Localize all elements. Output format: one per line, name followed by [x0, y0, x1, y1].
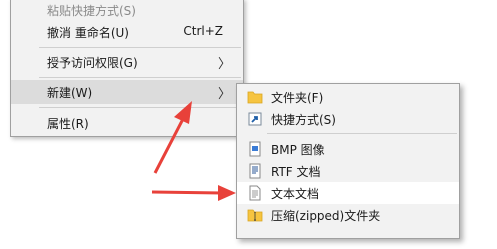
submenu-item-shortcut[interactable]: 快捷方式(S): [237, 108, 459, 130]
text-document-icon: [247, 185, 263, 201]
menu-item-label: 撤消 重命名(U): [47, 26, 129, 40]
new-submenu: 文件夹(F) 快捷方式(S) BMP 图像 RTF 文档 文本文档 压缩(zip…: [236, 83, 460, 239]
menu-item-properties[interactable]: 属性(R): [11, 111, 243, 135]
menu-item-label: 压缩(zipped)文件夹: [271, 209, 381, 223]
submenu-item-bmp[interactable]: BMP 图像: [237, 138, 459, 160]
menu-item-label: 快捷方式(S): [271, 113, 336, 127]
menu-item-undo-rename[interactable]: 撤消 重命名(U) Ctrl+Z: [11, 20, 243, 44]
menu-item-new[interactable]: 新建(W) 〉: [11, 80, 243, 104]
chevron-right-icon: 〉: [217, 87, 231, 102]
submenu-item-zip-folder[interactable]: 压缩(zipped)文件夹: [237, 204, 459, 226]
menu-item-give-access[interactable]: 授予访问权限(G) 〉: [11, 50, 243, 74]
menu-separator: [267, 133, 457, 134]
folder-icon: [247, 89, 263, 105]
submenu-item-folder[interactable]: 文件夹(F): [237, 86, 459, 108]
annotation-arrow-horizontal: [151, 185, 236, 201]
shortcut-icon: [247, 111, 263, 127]
menu-item-label: RTF 文档: [271, 165, 321, 179]
shortcut-text: Ctrl+Z: [183, 24, 223, 38]
menu-item-paste-shortcut[interactable]: 粘贴快捷方式(S): [11, 0, 243, 22]
menu-item-label: 粘贴快捷方式(S): [47, 4, 136, 18]
menu-item-label: 新建(W): [47, 86, 93, 100]
submenu-item-rtf[interactable]: RTF 文档: [237, 160, 459, 182]
context-menu: 粘贴快捷方式(S) 撤消 重命名(U) Ctrl+Z 授予访问权限(G) 〉 新…: [10, 0, 244, 137]
menu-separator: [39, 77, 241, 78]
menu-item-label: 文件夹(F): [271, 91, 324, 105]
menu-separator: [39, 107, 241, 108]
bmp-image-icon: [247, 141, 263, 157]
menu-item-label: 授予访问权限(G): [47, 56, 138, 70]
submenu-item-text-document[interactable]: 文本文档: [237, 182, 459, 204]
zip-folder-icon: [247, 207, 263, 223]
menu-item-label: 属性(R): [47, 117, 89, 131]
rtf-document-icon: [247, 163, 263, 179]
menu-item-label: BMP 图像: [271, 143, 325, 157]
chevron-right-icon: 〉: [217, 57, 231, 72]
menu-separator: [39, 47, 241, 48]
menu-item-label: 文本文档: [271, 187, 320, 201]
